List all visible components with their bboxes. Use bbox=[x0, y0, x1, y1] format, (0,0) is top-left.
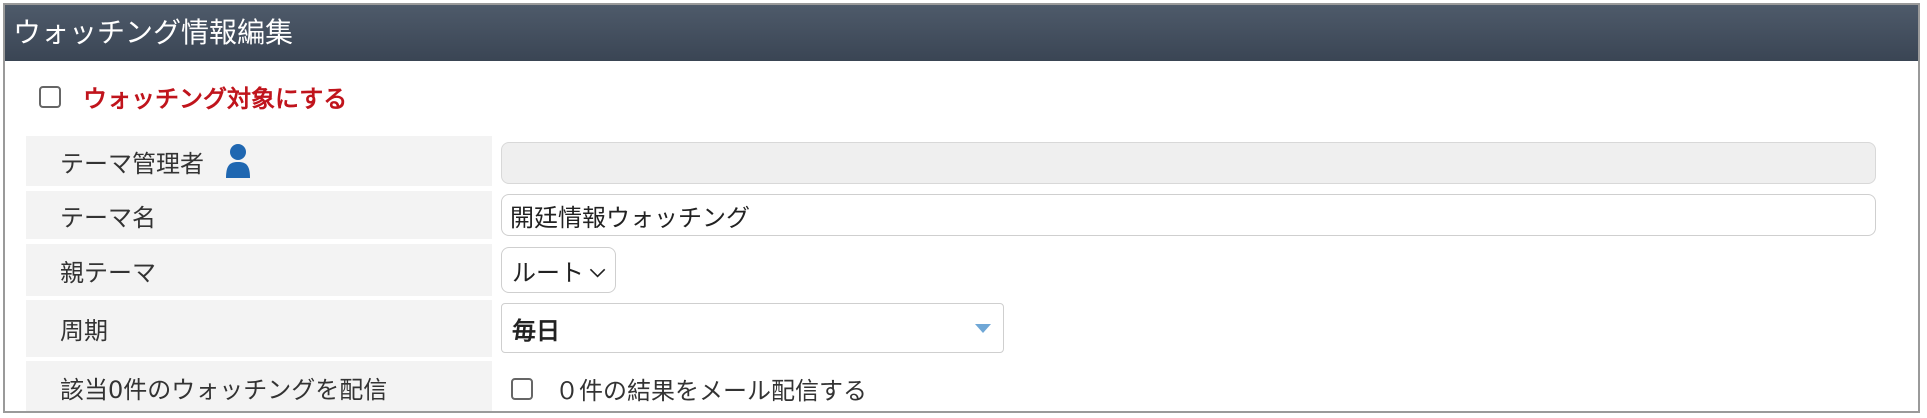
watch-toggle[interactable]: ウォッチング対象にする bbox=[39, 79, 347, 114]
chevron-down-icon: ⌵ bbox=[590, 258, 606, 282]
theme-admin-label: テーマ管理者 bbox=[60, 149, 204, 178]
form-row-theme-name: テーマ名 bbox=[26, 191, 1896, 239]
form-row-parent-theme: 親テーマ ルート ⌵ bbox=[26, 244, 1896, 296]
parent-theme-select[interactable]: ルート ⌵ bbox=[501, 247, 617, 293]
period-select[interactable]: 毎日 bbox=[501, 303, 1004, 353]
form-row-period: 周期 毎日 bbox=[26, 300, 1896, 357]
period-label: 周期 bbox=[60, 317, 108, 345]
zero-delivery-label: 該当0件のウォッチングを配信 bbox=[60, 375, 388, 404]
watching-edit-panel: ウォッチング情報編集 ウォッチング対象にする テーマ管理者 テーマ名 親テーマ bbox=[3, 3, 1920, 413]
form-row-theme-admin: テーマ管理者 bbox=[26, 136, 1896, 186]
theme-name-label: テーマ名 bbox=[60, 203, 156, 232]
watch-target-checkbox[interactable] bbox=[39, 85, 61, 108]
parent-theme-label: 親テーマ bbox=[60, 258, 156, 287]
period-label-cell: 周期 bbox=[26, 300, 492, 357]
form-row-zero-delivery: 該当0件のウォッチングを配信 ０件の結果をメール配信する bbox=[26, 361, 1896, 411]
zero-delivery-option-label[interactable]: ０件の結果をメール配信する bbox=[555, 371, 867, 406]
zero-delivery-option[interactable]: ０件の結果をメール配信する bbox=[501, 371, 867, 406]
user-icon[interactable] bbox=[224, 143, 252, 179]
dropdown-triangle-icon bbox=[975, 323, 991, 333]
parent-theme-selected: ルート bbox=[512, 258, 584, 287]
watch-target-label[interactable]: ウォッチング対象にする bbox=[83, 79, 347, 114]
period-selected: 毎日 bbox=[512, 316, 560, 345]
zero-delivery-checkbox[interactable] bbox=[511, 377, 533, 400]
panel-header: ウォッチング情報編集 bbox=[5, 5, 1918, 61]
parent-theme-label-cell: 親テーマ bbox=[26, 244, 492, 296]
theme-admin-field bbox=[501, 142, 1876, 184]
zero-delivery-label-cell: 該当0件のウォッチングを配信 bbox=[26, 361, 492, 411]
theme-name-input[interactable] bbox=[501, 194, 1876, 236]
theme-admin-label-cell: テーマ管理者 bbox=[26, 136, 492, 186]
theme-name-label-cell: テーマ名 bbox=[26, 191, 492, 239]
